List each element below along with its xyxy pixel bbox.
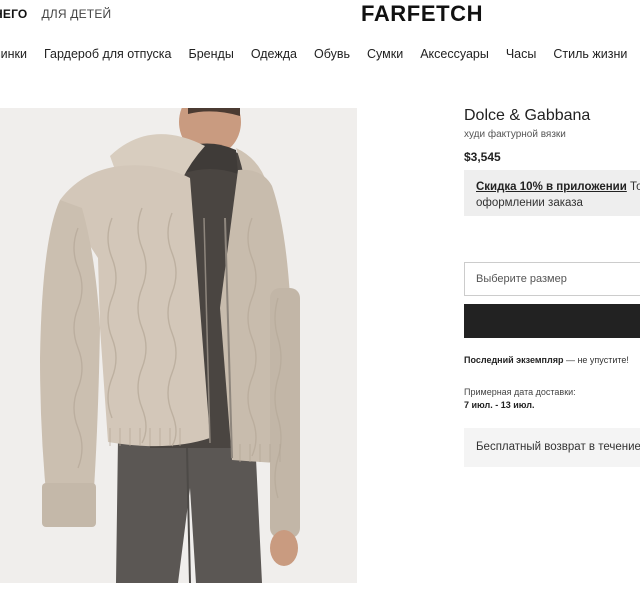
app-discount-banner: Скидка 10% в приложении Тол оформлении з… — [464, 170, 640, 216]
nav-item-accessories[interactable]: Аксессуары — [420, 47, 489, 61]
product-price: $3,545 — [464, 150, 501, 164]
nav-item-shoes[interactable]: Обувь — [314, 47, 350, 61]
nav-item-bags[interactable]: Сумки — [367, 47, 403, 61]
gender-tabs: НЕГО ДЛЯ ДЕТЕЙ — [0, 7, 111, 21]
nav-item-watches[interactable]: Часы — [506, 47, 537, 61]
size-select[interactable]: Выберите размер — [464, 262, 640, 296]
nav-item-new[interactable]: винки — [0, 47, 27, 61]
stock-notice-text: — не упустите! — [563, 355, 629, 365]
promo-text: Тол — [630, 181, 640, 193]
farfetch-logo[interactable]: FARFETCH — [361, 1, 483, 27]
nav-item-clothing[interactable]: Одежда — [251, 47, 297, 61]
tab-kids[interactable]: ДЛЯ ДЕТЕЙ — [41, 7, 111, 21]
promo-text-line2: оформлении заказа — [476, 197, 583, 209]
delivery-label: Примерная дата доставки: — [464, 387, 576, 397]
tab-men[interactable]: НЕГО — [0, 7, 27, 21]
product-page: НЕГО ДЛЯ ДЕТЕЙ FARFETCH винки Гардероб д… — [0, 0, 640, 595]
nav-item-vacation[interactable]: Гардероб для отпуска — [44, 47, 172, 61]
stock-notice-bold: Последний экземпляр — [464, 355, 564, 365]
model-photo — [0, 108, 357, 583]
add-to-bag-button[interactable] — [464, 304, 640, 338]
stock-notice: Последний экземпляр — не упустите! — [464, 355, 629, 365]
app-discount-link[interactable]: Скидка 10% в приложении — [476, 181, 627, 193]
free-returns-info[interactable]: Бесплатный возврат в течение — [464, 428, 640, 467]
product-brand[interactable]: Dolce & Gabbana — [464, 107, 590, 125]
product-description: худи фактурной вязки — [464, 129, 566, 140]
nav-item-brands[interactable]: Бренды — [189, 47, 234, 61]
delivery-dates: 7 июл. - 13 июл. — [464, 400, 535, 410]
nav-item-lifestyle[interactable]: Стиль жизни — [553, 47, 627, 61]
main-nav: винки Гардероб для отпуска Бренды Одежда… — [0, 47, 640, 61]
product-image[interactable] — [0, 108, 357, 583]
